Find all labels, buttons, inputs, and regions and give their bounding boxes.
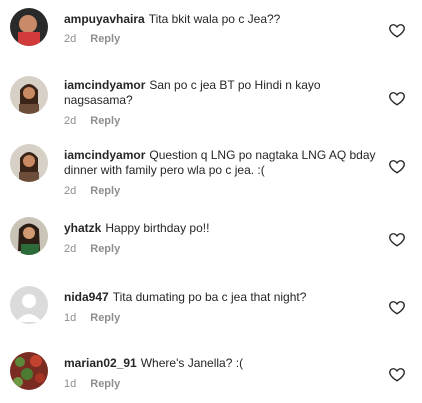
reply-button[interactable]: Reply [90, 33, 120, 45]
reply-button[interactable]: Reply [90, 115, 120, 127]
heart-outline-icon[interactable] [388, 298, 406, 316]
reply-button[interactable]: Reply [90, 243, 120, 255]
comment-text: Tita dumating po ba c jea that night? [112, 290, 307, 304]
avatar[interactable] [10, 217, 48, 255]
reply-button[interactable]: Reply [90, 312, 120, 324]
heart-outline-icon[interactable] [388, 230, 406, 248]
comment-time: 2d [64, 243, 77, 255]
comment-username[interactable]: marian02_91 [64, 356, 137, 370]
heart-outline-icon[interactable] [388, 365, 406, 383]
comment-time: 2d [64, 33, 77, 45]
default-avatar-icon[interactable] [10, 286, 48, 324]
avatar[interactable] [10, 76, 48, 114]
heart-outline-icon[interactable] [388, 21, 406, 39]
comment-username[interactable]: iamcindyamor [64, 78, 145, 92]
heart-outline-icon[interactable] [388, 157, 406, 175]
avatar[interactable] [10, 352, 48, 390]
comment-username[interactable]: iamcindyamor [64, 148, 145, 162]
comment-text: Happy birthday po!! [105, 221, 210, 235]
reply-button[interactable]: Reply [90, 378, 120, 390]
comment-username[interactable]: yhatzk [64, 221, 101, 235]
comment-username[interactable]: nida947 [64, 290, 109, 304]
comment-time: 1d [64, 312, 77, 324]
reply-button[interactable]: Reply [90, 185, 120, 197]
comment-text: Where's Janella? :( [140, 356, 244, 370]
heart-outline-icon[interactable] [388, 89, 406, 107]
comment-time: 1d [64, 378, 77, 390]
comment-time: 2d [64, 115, 77, 127]
comment-username[interactable]: ampuyavhaira [64, 12, 145, 26]
comment-time: 2d [64, 185, 77, 197]
avatar[interactable] [10, 144, 48, 182]
avatar[interactable] [10, 8, 48, 46]
comment-text: Tita bkit wala po c Jea?? [148, 12, 281, 26]
